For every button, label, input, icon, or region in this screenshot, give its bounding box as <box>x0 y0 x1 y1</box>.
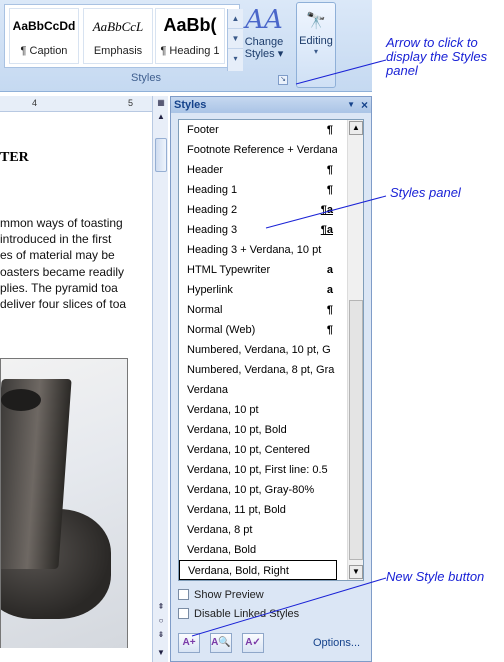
annotation-arrow-note: Arrow to click to display the Styles pan… <box>386 35 488 78</box>
annotation-styles-panel-note: Styles panel <box>390 185 461 200</box>
annotation-newstyle-line <box>191 577 387 637</box>
annotation-panel-line <box>265 195 387 229</box>
annotation-arrow-line <box>295 59 387 85</box>
annotation-lines <box>191 59 387 637</box>
annotation-new-style-note: New Style button <box>386 569 485 584</box>
